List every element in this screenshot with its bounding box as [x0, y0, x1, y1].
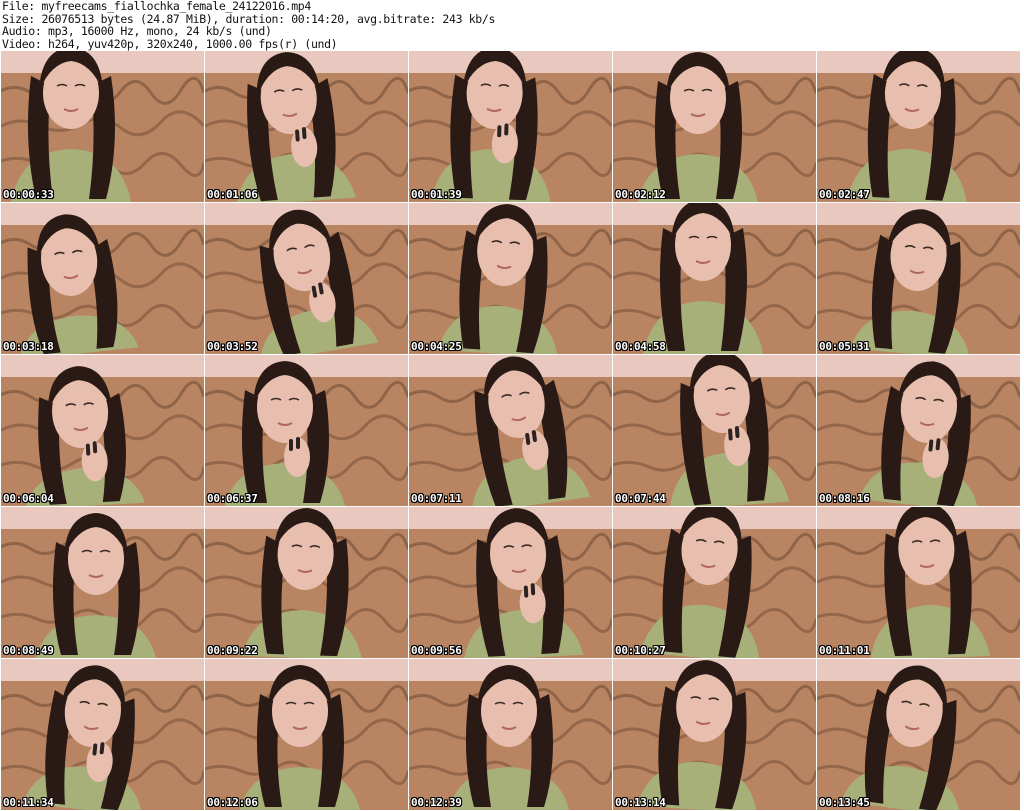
- file-name-line: File: myfreecams_fiallochka_female_24122…: [2, 0, 311, 13]
- video-thumbnail: 00:09:56: [409, 507, 612, 658]
- thumbnail-timestamp: 00:06:37: [207, 492, 258, 505]
- frame-image: [409, 355, 612, 506]
- frame-image: [817, 507, 1020, 658]
- thumbnail-timestamp: 00:00:33: [3, 188, 54, 201]
- thumbnail-timestamp: 00:09:22: [207, 644, 258, 657]
- video-thumbnail: 00:01:06: [205, 51, 408, 202]
- frame-image: [409, 659, 612, 810]
- video-thumbnail: 00:03:52: [205, 203, 408, 354]
- thumbnail-timestamp: 00:01:39: [411, 188, 462, 201]
- frame-image: [205, 659, 408, 810]
- frame-image: [1, 507, 204, 658]
- frame-image: [205, 507, 408, 658]
- video-thumbnail: 00:06:04: [1, 355, 204, 506]
- thumbnail-timestamp: 00:10:27: [615, 644, 666, 657]
- thumbnail-timestamp: 00:03:18: [3, 340, 54, 353]
- thumbnail-timestamp: 00:12:06: [207, 796, 258, 809]
- frame-image: [817, 203, 1020, 354]
- thumbnail-timestamp: 00:07:44: [615, 492, 666, 505]
- frame-image: [205, 203, 408, 354]
- thumbnail-timestamp: 00:09:56: [411, 644, 462, 657]
- thumbnail-timestamp: 00:11:01: [819, 644, 870, 657]
- video-thumbnail: 00:09:22: [205, 507, 408, 658]
- video-thumbnail: 00:01:39: [409, 51, 612, 202]
- frame-image: [1, 51, 204, 202]
- thumbnail-timestamp: 00:04:25: [411, 340, 462, 353]
- video-thumbnail: 00:11:34: [1, 659, 204, 810]
- thumbnail-timestamp: 00:08:16: [819, 492, 870, 505]
- thumbnail-timestamp: 00:03:52: [207, 340, 258, 353]
- thumbnail-timestamp: 00:08:49: [3, 644, 54, 657]
- thumbnail-timestamp: 00:02:47: [819, 188, 870, 201]
- video-thumbnail: 00:13:14: [613, 659, 816, 810]
- video-thumbnail: 00:08:16: [817, 355, 1020, 506]
- frame-image: [409, 203, 612, 354]
- video-thumbnail: 00:04:25: [409, 203, 612, 354]
- frame-image: [205, 355, 408, 506]
- thumbnail-timestamp: 00:12:39: [411, 796, 462, 809]
- frame-image: [409, 51, 612, 202]
- video-thumbnail: 00:02:12: [613, 51, 816, 202]
- frame-image: [613, 355, 816, 506]
- video-thumbnail: 00:00:33: [1, 51, 204, 202]
- thumbnail-timestamp: 00:13:14: [615, 796, 666, 809]
- video-thumbnail: 00:03:18: [1, 203, 204, 354]
- frame-image: [817, 51, 1020, 202]
- video-thumbnail: 00:04:58: [613, 203, 816, 354]
- thumbnail-timestamp: 00:04:58: [615, 340, 666, 353]
- thumbnail-timestamp: 00:06:04: [3, 492, 54, 505]
- video-thumbnail: 00:06:37: [205, 355, 408, 506]
- video-thumbnail: 00:10:27: [613, 507, 816, 658]
- frame-image: [613, 659, 816, 810]
- frame-image: [409, 507, 612, 658]
- video-thumbnail: 00:07:44: [613, 355, 816, 506]
- video-thumbnail: 00:12:39: [409, 659, 612, 810]
- thumbnail-timestamp: 00:13:45: [819, 796, 870, 809]
- video-thumbnail: 00:08:49: [1, 507, 204, 658]
- frame-image: [1, 355, 204, 506]
- video-thumbnail: 00:12:06: [205, 659, 408, 810]
- thumbnail-timestamp: 00:11:34: [3, 796, 54, 809]
- video-thumbnail: 00:02:47: [817, 51, 1020, 202]
- video-thumbnail: 00:11:01: [817, 507, 1020, 658]
- video-thumbnail: 00:13:45: [817, 659, 1020, 810]
- thumbnail-timestamp: 00:07:11: [411, 492, 462, 505]
- video-thumbnail: 00:07:11: [409, 355, 612, 506]
- video-thumbnail: 00:05:31: [817, 203, 1020, 354]
- frame-image: [613, 507, 816, 658]
- file-info-header: File: myfreecams_fiallochka_female_24122…: [2, 0, 1022, 50]
- thumbnail-grid: 00:00:33 00:01:06 00:01:39 00:02:12 00:0…: [1, 51, 1023, 811]
- audio-info-line: Audio: mp3, 16000 Hz, mono, 24 kb/s (und…: [2, 24, 272, 38]
- frame-image: [1, 203, 204, 354]
- frame-image: [205, 51, 408, 202]
- frame-image: [1, 659, 204, 810]
- thumbnail-timestamp: 00:02:12: [615, 188, 666, 201]
- thumbnail-timestamp: 00:01:06: [207, 188, 258, 201]
- frame-image: [613, 203, 816, 354]
- thumbnail-timestamp: 00:05:31: [819, 340, 870, 353]
- frame-image: [817, 659, 1020, 810]
- frame-image: [817, 355, 1020, 506]
- video-info-line: Video: h264, yuv420p, 320x240, 1000.00 f…: [2, 36, 338, 51]
- frame-image: [613, 51, 816, 202]
